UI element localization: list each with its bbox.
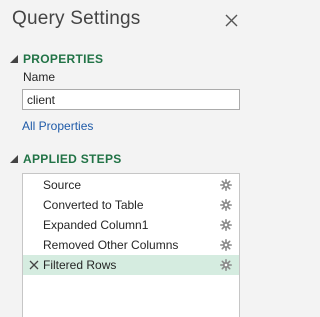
collapse-triangle-icon xyxy=(10,55,18,63)
name-input[interactable] xyxy=(22,89,240,110)
step-source[interactable]: Source xyxy=(23,175,239,195)
gear-icon[interactable] xyxy=(220,199,232,211)
step-label: Filtered Rows xyxy=(43,258,117,272)
gear-icon[interactable] xyxy=(220,259,232,271)
applied-steps-header: APPLIED STEPS xyxy=(23,152,122,166)
pane-title: Query Settings xyxy=(12,8,141,29)
step-converted-to-table[interactable]: Converted to Table xyxy=(23,195,239,215)
properties-header: PROPERTIES xyxy=(23,52,104,66)
step-expanded-column1[interactable]: Expanded Column1 xyxy=(23,215,239,235)
gear-icon[interactable] xyxy=(220,239,232,251)
gear-icon[interactable] xyxy=(220,179,232,191)
delete-step-icon[interactable] xyxy=(28,259,40,271)
applied-steps-section-header[interactable]: APPLIED STEPS xyxy=(9,151,122,167)
gear-icon[interactable] xyxy=(220,219,232,231)
step-label: Removed Other Columns xyxy=(43,238,179,252)
close-icon xyxy=(225,14,238,27)
query-settings-pane: Query Settings PROPERTIES Name All Prope… xyxy=(0,0,259,317)
step-label: Source xyxy=(43,178,82,192)
all-properties-link[interactable]: All Properties xyxy=(22,119,93,133)
properties-section-header[interactable]: PROPERTIES xyxy=(9,51,103,67)
step-removed-other-columns[interactable]: Removed Other Columns xyxy=(23,235,239,255)
name-label: Name xyxy=(23,70,56,84)
step-filtered-rows[interactable]: Filtered Rows xyxy=(23,255,239,275)
applied-steps-list: Source Converted to Table Expanded Colum… xyxy=(22,173,240,317)
step-label: Converted to Table xyxy=(43,198,144,212)
collapse-triangle-icon xyxy=(10,155,18,163)
step-label: Expanded Column1 xyxy=(43,218,149,232)
close-button[interactable] xyxy=(222,11,242,31)
